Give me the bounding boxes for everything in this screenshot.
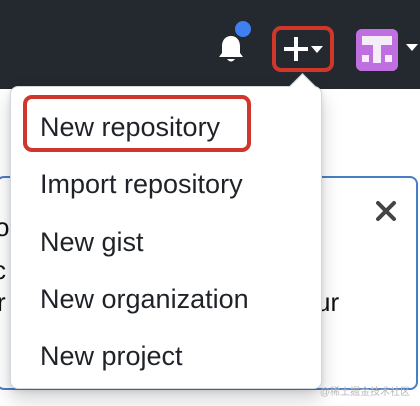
- plus-icon: [284, 37, 323, 61]
- avatar[interactable]: [356, 29, 398, 71]
- create-new-button[interactable]: [272, 26, 334, 72]
- menu-item-import-repository[interactable]: Import repository: [40, 168, 243, 200]
- avatar-identicon: [356, 29, 398, 71]
- watermark: @稀土掘金技术社区: [319, 387, 410, 398]
- caret-down-icon: [311, 46, 323, 53]
- close-icon[interactable]: [372, 197, 400, 225]
- background-text-fragment: c: [0, 255, 6, 286]
- menu-item-new-project[interactable]: New project: [40, 340, 183, 372]
- notification-dot: [232, 18, 254, 40]
- background-text-fragment: r: [0, 287, 6, 317]
- menu-item-new-gist[interactable]: New gist: [40, 226, 144, 258]
- new-repository-highlight: [23, 95, 251, 152]
- caret-down-icon[interactable]: [404, 42, 420, 52]
- menu-item-new-organization[interactable]: New organization: [40, 283, 249, 315]
- background-text-fragment: o: [0, 212, 10, 242]
